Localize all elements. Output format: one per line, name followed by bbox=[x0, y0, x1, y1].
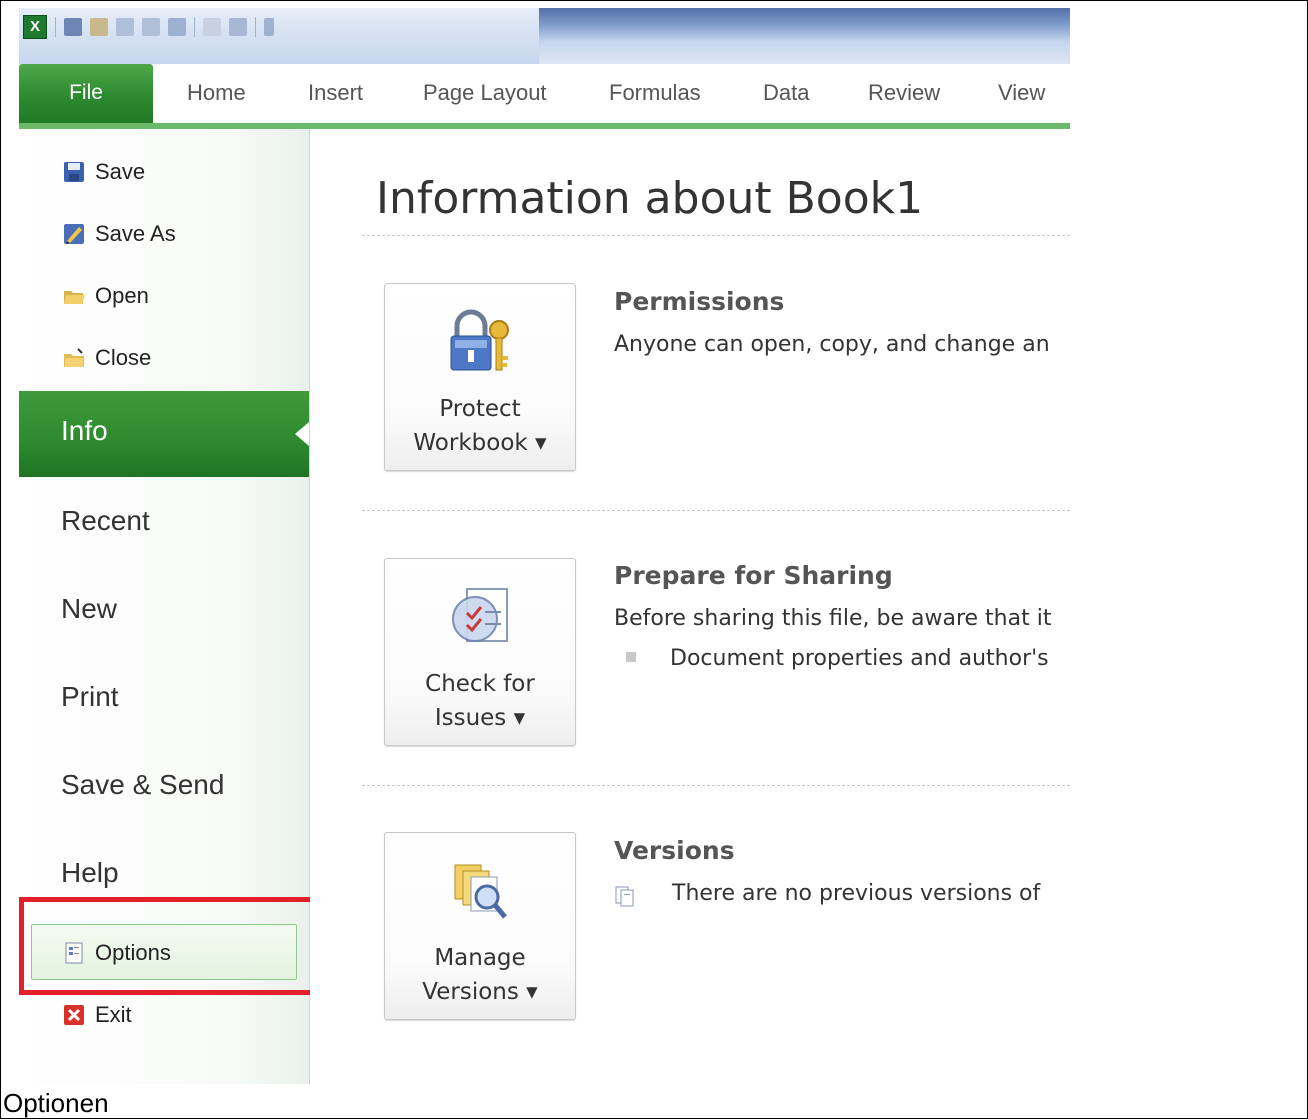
divider bbox=[362, 235, 1070, 236]
lock-key-icon bbox=[450, 309, 509, 371]
versions-magnifier-icon bbox=[454, 864, 507, 919]
title-bar: X bbox=[19, 8, 1070, 64]
checklist-icon bbox=[452, 588, 508, 642]
nav-exit[interactable]: Exit bbox=[63, 1000, 132, 1030]
nav-save-as-label: Save As bbox=[95, 221, 176, 246]
manage-versions-button[interactable]: Manage Versions ▾ bbox=[384, 832, 576, 1020]
tab-review[interactable]: Review bbox=[868, 80, 940, 106]
document-versions-icon bbox=[615, 886, 634, 907]
nav-new[interactable]: New bbox=[61, 593, 117, 625]
tab-page-layout[interactable]: Page Layout bbox=[423, 80, 547, 106]
protect-workbook-button[interactable]: Protect Workbook ▾ bbox=[384, 283, 576, 471]
ribbon-tabs: File Home Insert Page Layout Formulas Da… bbox=[19, 64, 1070, 129]
excel-logo-icon[interactable]: X bbox=[23, 15, 47, 39]
options-red-highlight bbox=[19, 897, 315, 995]
nav-help[interactable]: Help bbox=[61, 857, 119, 889]
customize-toolbar-icon[interactable] bbox=[264, 18, 274, 36]
link-icon[interactable] bbox=[203, 18, 221, 36]
toolbar-separator bbox=[55, 17, 56, 37]
nav-save-label: Save bbox=[95, 159, 146, 184]
check-for-issues-label-1: Check for bbox=[425, 671, 535, 697]
protect-workbook-label-1: Protect bbox=[439, 396, 521, 422]
nav-close-label: Close bbox=[95, 345, 152, 370]
excel-window: X File Home Insert Page Layout Formulas … bbox=[19, 8, 1070, 1085]
selection-arrow-icon bbox=[295, 422, 309, 446]
backstage-nav: Save Save As Open Close Info Recent New … bbox=[19, 129, 315, 1085]
undo-icon[interactable] bbox=[116, 18, 134, 36]
caption: Optionen bbox=[3, 1088, 109, 1118]
versions-heading: Versions bbox=[614, 836, 735, 865]
redo-icon[interactable] bbox=[142, 18, 160, 36]
bullet-icon bbox=[626, 652, 636, 662]
form-icon[interactable] bbox=[229, 18, 247, 36]
title-bar-gradient bbox=[539, 8, 1070, 64]
save-as-icon bbox=[63, 223, 85, 245]
divider bbox=[362, 785, 1070, 786]
quick-access-toolbar: X bbox=[23, 14, 274, 40]
nav-open-label: Open bbox=[95, 283, 149, 308]
page-title: Information about Book1 bbox=[376, 173, 924, 224]
tab-view[interactable]: View bbox=[998, 80, 1045, 106]
close-folder-icon bbox=[63, 347, 85, 369]
manage-versions-label-2: Versions ▾ bbox=[422, 979, 538, 1005]
tab-data[interactable]: Data bbox=[763, 80, 809, 106]
nav-info-label: Info bbox=[61, 415, 108, 446]
tab-insert[interactable]: Insert bbox=[308, 80, 363, 106]
nav-info[interactable]: Info bbox=[19, 391, 309, 477]
protect-workbook-label-2: Workbook ▾ bbox=[413, 430, 547, 456]
prepare-text: Before sharing this file, be aware that … bbox=[614, 606, 1052, 631]
tab-file[interactable]: File bbox=[19, 64, 153, 123]
print-preview-icon[interactable] bbox=[168, 18, 186, 36]
save-icon bbox=[63, 161, 85, 183]
nav-close[interactable]: Close bbox=[63, 343, 151, 373]
open-icon[interactable] bbox=[90, 18, 108, 36]
prepare-bullet-text: Document properties and author's bbox=[670, 646, 1049, 671]
screenshot-frame: X File Home Insert Page Layout Formulas … bbox=[0, 0, 1308, 1086]
nav-save[interactable]: Save bbox=[63, 157, 145, 187]
open-folder-icon bbox=[63, 285, 85, 307]
permissions-text: Anyone can open, copy, and change an bbox=[614, 332, 1050, 357]
nav-save-send[interactable]: Save & Send bbox=[61, 769, 224, 801]
nav-open[interactable]: Open bbox=[63, 281, 149, 311]
nav-exit-label: Exit bbox=[95, 1002, 132, 1027]
manage-versions-label-1: Manage bbox=[434, 945, 526, 971]
permissions-heading: Permissions bbox=[614, 287, 785, 316]
prepare-heading: Prepare for Sharing bbox=[614, 561, 893, 590]
versions-text: There are no previous versions of bbox=[672, 881, 1041, 906]
tab-formulas[interactable]: Formulas bbox=[609, 80, 701, 106]
nav-print[interactable]: Print bbox=[61, 681, 119, 713]
caption-row: Optionen bbox=[0, 1084, 1308, 1119]
toolbar-separator bbox=[255, 17, 256, 37]
exit-icon bbox=[63, 1004, 85, 1026]
toolbar-separator bbox=[194, 17, 195, 37]
tab-home[interactable]: Home bbox=[187, 80, 246, 106]
save-icon[interactable] bbox=[64, 18, 82, 36]
nav-save-as[interactable]: Save As bbox=[63, 219, 176, 249]
check-for-issues-label-2: Issues ▾ bbox=[434, 705, 526, 731]
check-for-issues-button[interactable]: Check for Issues ▾ bbox=[384, 558, 576, 746]
info-pane: Information about Book1 Protect Workbook… bbox=[310, 129, 1070, 1085]
divider bbox=[362, 510, 1070, 511]
nav-recent[interactable]: Recent bbox=[61, 505, 150, 537]
